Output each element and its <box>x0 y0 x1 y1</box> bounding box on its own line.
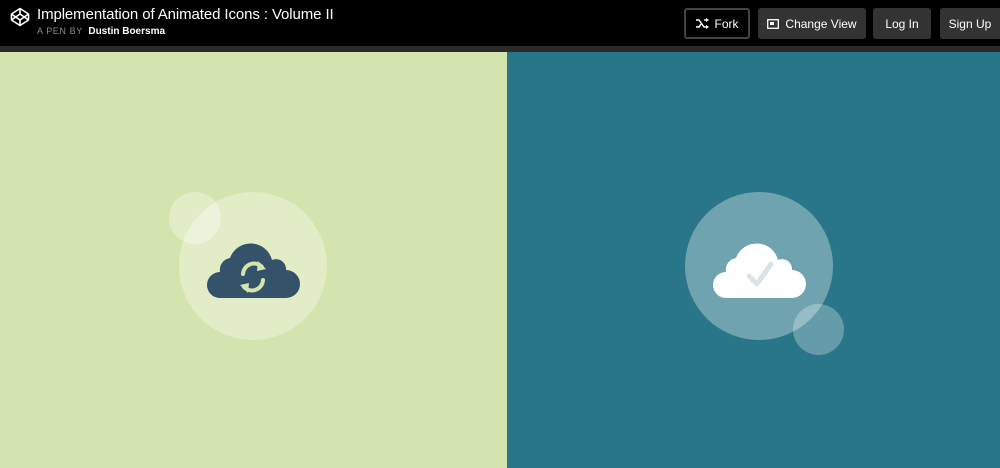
pen-title: Implementation of Animated Icons : Volum… <box>37 6 334 23</box>
right-demo-panel <box>507 52 1000 468</box>
signup-button[interactable]: Sign Up <box>940 8 1000 39</box>
byline: A PEN BY Dustin Boersma <box>37 26 334 37</box>
login-label: Log In <box>885 16 919 31</box>
fork-label: Fork <box>714 16 739 31</box>
fork-button[interactable]: Fork <box>684 8 750 39</box>
codepen-logo-icon[interactable] <box>10 7 30 27</box>
header-bar: Implementation of Animated Icons : Volum… <box>0 0 1000 46</box>
cloud-sync-icon[interactable] <box>206 234 300 298</box>
window-icon <box>767 18 780 29</box>
left-demo-panel <box>0 52 507 468</box>
change-view-button[interactable]: Change View <box>758 8 866 39</box>
pen-title-block: Implementation of Animated Icons : Volum… <box>37 6 334 37</box>
cloud-check-icon[interactable] <box>712 234 806 298</box>
author-link[interactable]: Dustin Boersma <box>88 26 165 37</box>
byline-prefix: A PEN BY <box>37 26 83 36</box>
login-button[interactable]: Log In <box>873 8 931 39</box>
fork-icon <box>695 18 709 29</box>
signup-label: Sign Up <box>948 16 992 31</box>
change-view-label: Change View <box>785 16 857 31</box>
right-small-circle <box>793 304 844 355</box>
